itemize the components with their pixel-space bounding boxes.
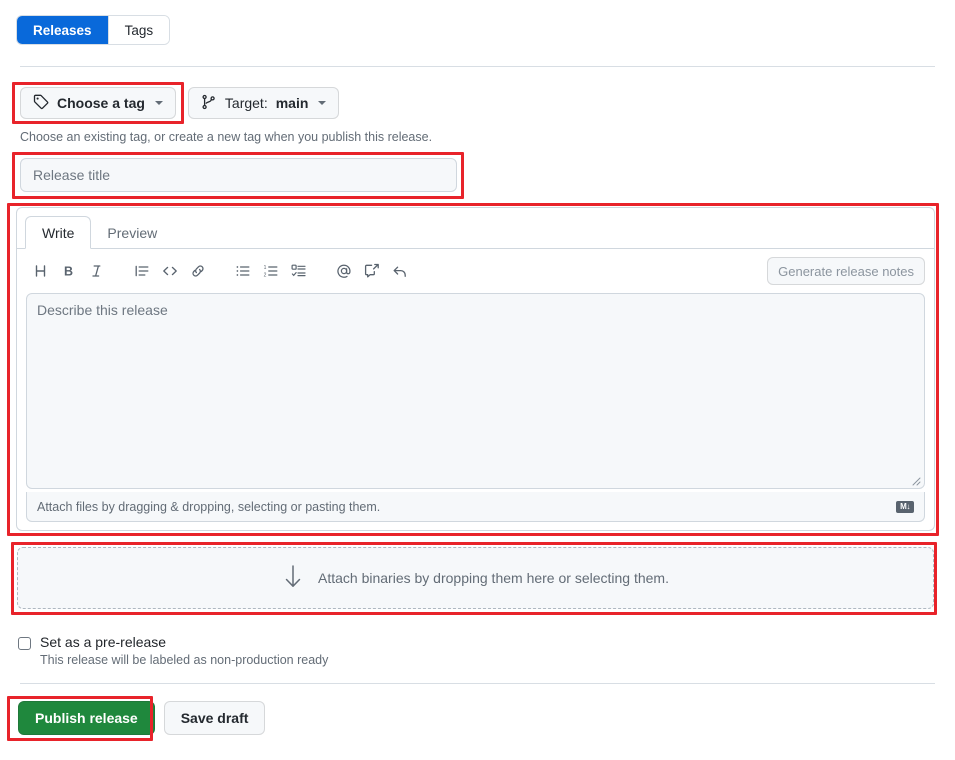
release-body-placeholder: Describe this release: [37, 302, 168, 318]
attach-files-text: Attach files by dragging & dropping, sel…: [37, 499, 381, 514]
release-body-editor: Write Preview B 1 2 Generate release not…: [16, 207, 935, 531]
editor-tabnav: Write Preview: [17, 208, 934, 249]
textarea-resize-handle[interactable]: [909, 473, 921, 486]
prerelease-row: Set as a pre-release: [18, 634, 328, 650]
release-body-wrap: Describe this release: [17, 293, 934, 489]
chevron-down-icon: [154, 101, 163, 105]
release-title-placeholder: Release title: [33, 167, 111, 183]
choose-tag-button[interactable]: Choose a tag: [20, 87, 176, 119]
toolbar-group-lists: 1 2: [229, 257, 313, 285]
prerelease-checkbox[interactable]: [18, 637, 31, 650]
mention-icon[interactable]: [330, 257, 358, 285]
release-body-textarea[interactable]: Describe this release: [26, 293, 925, 489]
reference-icon[interactable]: [358, 257, 386, 285]
svg-text:B: B: [64, 265, 73, 279]
tab-releases-label: Releases: [33, 22, 92, 38]
link-icon[interactable]: [184, 257, 212, 285]
tab-write-label: Write: [42, 224, 75, 241]
bold-icon[interactable]: B: [55, 257, 83, 285]
generate-release-notes-button[interactable]: Generate release notes: [767, 257, 925, 285]
heading-icon[interactable]: [27, 257, 55, 285]
chevron-down-icon: [318, 101, 327, 105]
tab-releases[interactable]: Releases: [17, 16, 108, 44]
target-branch-button[interactable]: Target: main: [187, 87, 340, 119]
tab-tags-label: Tags: [124, 22, 154, 38]
toolbar-group-text: B: [27, 257, 111, 285]
save-draft-label: Save draft: [180, 710, 249, 726]
tab-tags[interactable]: Tags: [107, 16, 170, 44]
ordered-list-icon[interactable]: 1 2: [257, 257, 285, 285]
markdown-badge-icon[interactable]: M↓: [896, 500, 914, 513]
markdown-toolbar: B 1 2 Generate release notes: [17, 249, 934, 293]
prerelease-section: Set as a pre-release This release will b…: [18, 634, 328, 667]
tab-preview-label: Preview: [107, 224, 158, 241]
toolbar-group-blocks: [128, 257, 212, 285]
tab-write[interactable]: Write: [25, 216, 92, 249]
release-form-page: Releases Tags Choose a tag Target: main …: [0, 0, 955, 760]
tab-preview[interactable]: Preview: [91, 216, 173, 249]
target-prefix-label: Target:: [224, 95, 268, 111]
generate-release-notes-label: Generate release notes: [778, 263, 914, 279]
release-tabnav: Releases Tags: [16, 15, 171, 45]
publish-release-label: Publish release: [35, 710, 138, 726]
target-value-label: main: [275, 95, 309, 111]
choose-tag-label: Choose a tag: [57, 95, 145, 111]
download-arrow-icon: [282, 564, 304, 593]
divider-bottom: [20, 683, 935, 684]
attach-files-bar[interactable]: Attach files by dragging & dropping, sel…: [26, 492, 925, 522]
tag-target-row: Choose a tag Target: main: [20, 87, 340, 119]
save-draft-button[interactable]: Save draft: [163, 701, 266, 735]
svg-text:1: 1: [264, 265, 267, 271]
quote-icon[interactable]: [128, 257, 156, 285]
prerelease-label[interactable]: Set as a pre-release: [40, 634, 166, 650]
binaries-dropzone-text: Attach binaries by dropping them here or…: [318, 570, 669, 586]
unordered-list-icon[interactable]: [229, 257, 257, 285]
release-title-input[interactable]: Release title: [20, 158, 457, 192]
task-list-icon[interactable]: [285, 257, 313, 285]
tag-help-text: Choose an existing tag, or create a new …: [20, 130, 433, 144]
code-icon[interactable]: [156, 257, 184, 285]
toolbar-group-extras: [330, 257, 414, 285]
italic-icon[interactable]: [83, 257, 111, 285]
svg-text:2: 2: [264, 273, 267, 279]
divider-top: [20, 66, 935, 67]
prerelease-description: This release will be labeled as non-prod…: [40, 653, 329, 667]
saved-reply-icon[interactable]: [386, 257, 414, 285]
binaries-dropzone[interactable]: Attach binaries by dropping them here or…: [17, 547, 934, 609]
publish-release-button[interactable]: Publish release: [18, 701, 155, 735]
form-actions: Publish release Save draft: [18, 701, 266, 735]
tag-icon: [33, 94, 49, 113]
git-branch-icon: [201, 94, 217, 113]
